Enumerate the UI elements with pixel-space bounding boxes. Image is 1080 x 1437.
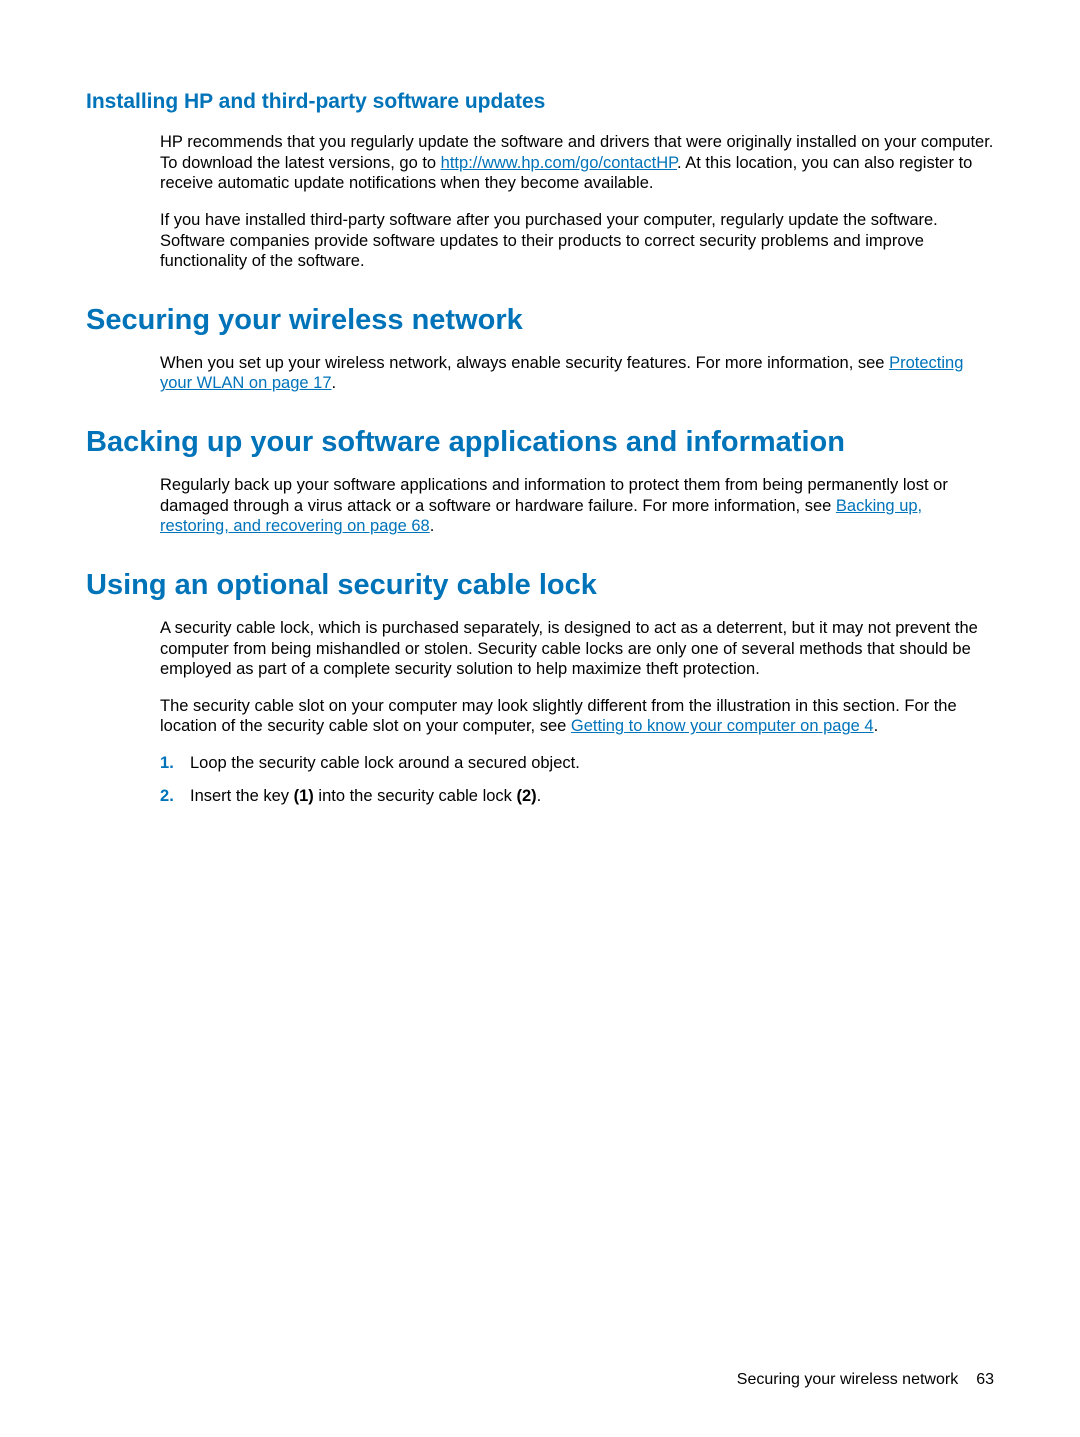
paragraph: The security cable slot on your computer… xyxy=(160,696,994,737)
heading-securing-wireless: Securing your wireless network xyxy=(86,304,994,337)
paragraph: Regularly back up your software applicat… xyxy=(160,475,994,537)
page-footer: Securing your wireless network 63 xyxy=(737,1371,994,1389)
paragraph: If you have installed third-party softwa… xyxy=(160,210,994,272)
steps-list: Loop the security cable lock around a se… xyxy=(160,753,994,806)
text: . xyxy=(874,717,879,735)
paragraph: A security cable lock, which is purchase… xyxy=(160,618,994,680)
paragraph: When you set up your wireless network, a… xyxy=(160,353,994,394)
text: . xyxy=(537,787,542,805)
footer-section-title: Securing your wireless network xyxy=(737,1371,958,1388)
heading-backing-up: Backing up your software applications an… xyxy=(86,426,994,459)
link-contact-hp[interactable]: http://www.hp.com/go/contactHP xyxy=(441,154,677,172)
text: Regularly back up your software applicat… xyxy=(160,476,948,515)
list-item: Insert the key (1) into the security cab… xyxy=(160,786,994,807)
link-getting-to-know[interactable]: Getting to know your computer on page 4 xyxy=(571,717,874,735)
page-number: 63 xyxy=(976,1371,994,1388)
text-bold: (1) xyxy=(294,787,314,805)
text: When you set up your wireless network, a… xyxy=(160,354,889,372)
paragraph: HP recommends that you regularly update … xyxy=(160,132,994,194)
page-content: Installing HP and third-party software u… xyxy=(86,90,994,806)
text: into the security cable lock xyxy=(314,787,517,805)
text-bold: (2) xyxy=(517,787,537,805)
list-item: Loop the security cable lock around a se… xyxy=(160,753,994,774)
text: . xyxy=(332,374,337,392)
heading-installing-updates: Installing HP and third-party software u… xyxy=(86,90,994,114)
text: Insert the key xyxy=(190,787,294,805)
heading-cable-lock: Using an optional security cable lock xyxy=(86,569,994,602)
text: . xyxy=(430,517,435,535)
